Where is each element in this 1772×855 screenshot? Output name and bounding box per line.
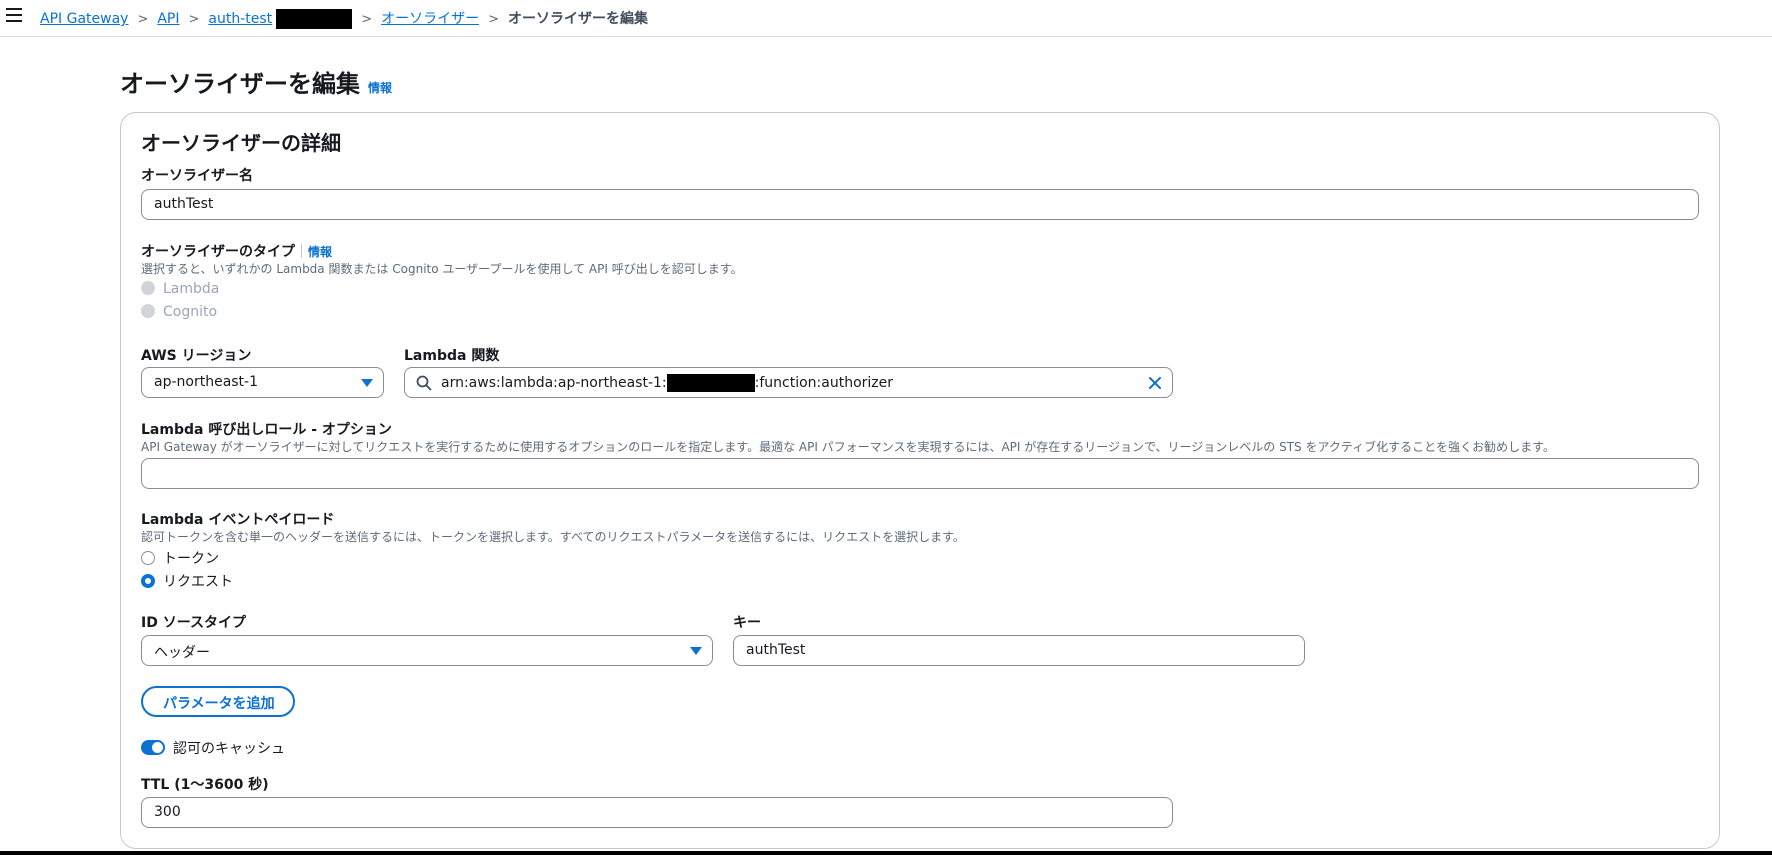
radio-icon	[141, 551, 155, 565]
breadcrumb: API Gateway > API > auth-test > オーソライザー > オーソライザ…	[40, 8, 648, 29]
chevron-right-icon: >	[361, 12, 373, 27]
payload-radio-token[interactable]: トークン	[141, 548, 219, 568]
invoke-role-input[interactable]	[141, 458, 1699, 489]
payload-radio-request-label: リクエスト	[163, 574, 233, 590]
close-icon[interactable]	[1147, 375, 1163, 391]
key-label: キー	[733, 615, 761, 631]
authorizer-details-card: オーソライザーの詳細 オーソライザー名 authTest オーソライザーのタイプ…	[120, 112, 1720, 849]
breadcrumb-current: オーソライザーを編集	[508, 11, 648, 27]
top-navigation-bar: API Gateway > API > auth-test > オーソライザー > オーソライザ…	[0, 0, 1772, 37]
authorizer-type-description: 選択すると、いずれかの Lambda 関数または Cognito ユーザープール…	[141, 262, 743, 276]
aws-region-value: ap-northeast-1	[154, 374, 259, 390]
add-parameter-button[interactable]: パラメータを追加	[141, 686, 295, 717]
invoke-role-description: API Gateway がオーソライザーに対してリクエストを実行するために使用す…	[141, 440, 1555, 454]
breadcrumb-api[interactable]: API	[157, 11, 179, 27]
ttl-input[interactable]: 300	[141, 797, 1173, 828]
caret-down-icon	[361, 379, 373, 387]
toggle-knob	[152, 742, 163, 753]
type-radio-cognito[interactable]: Cognito	[141, 304, 217, 320]
payload-radio-request[interactable]: リクエスト	[141, 571, 233, 591]
page-info-link[interactable]: 情報	[368, 81, 392, 95]
divider	[301, 244, 302, 258]
type-radio-lambda-label: Lambda	[163, 281, 220, 297]
radio-icon	[141, 304, 155, 318]
type-radio-lambda[interactable]: Lambda	[141, 281, 219, 297]
chevron-right-icon: >	[488, 12, 499, 27]
window-bottom-edge	[0, 851, 1772, 855]
lambda-function-arn-suffix: :function:authorizer	[754, 375, 893, 391]
menu-icon[interactable]	[6, 8, 22, 22]
redacted-block	[276, 9, 353, 29]
aws-region-select[interactable]: ap-northeast-1	[141, 367, 384, 398]
breadcrumb-authorizers[interactable]: オーソライザー	[381, 11, 479, 27]
page-title-text: オーソライザーを編集	[120, 70, 360, 98]
search-icon	[416, 375, 432, 391]
caret-down-icon	[690, 647, 702, 655]
authorizer-name-input[interactable]: authTest	[141, 189, 1699, 220]
authorizer-type-label-text: オーソライザーのタイプ	[141, 244, 295, 260]
card-title: オーソライザーの詳細	[141, 131, 341, 155]
type-radio-cognito-label: Cognito	[163, 304, 218, 320]
event-payload-description: 認可トークンを含む単一のヘッダーを送信するには、トークンを選択します。すべてのリ…	[141, 530, 965, 544]
identity-source-type-select[interactable]: ヘッダー	[141, 635, 713, 666]
lambda-function-arn-prefix: arn:aws:lambda:ap-northeast-1:	[441, 375, 667, 391]
radio-selected-icon	[141, 574, 155, 588]
breadcrumb-api-name[interactable]: auth-test	[208, 11, 272, 27]
aws-region-label: AWS リージョン	[141, 348, 252, 364]
identity-source-type-value: ヘッダー	[154, 645, 210, 661]
radio-icon	[141, 281, 155, 295]
redacted-block	[666, 374, 755, 392]
authorizer-type-info-link[interactable]: 情報	[308, 245, 332, 259]
ttl-label: TTL (1〜3600 秒)	[141, 777, 269, 793]
chevron-right-icon: >	[137, 12, 149, 27]
lambda-function-input[interactable]: arn:aws:lambda:ap-northeast-1: :function:…	[404, 367, 1173, 398]
event-payload-label: Lambda イベントペイロード	[141, 512, 335, 528]
page-title: オーソライザーを編集 情報	[120, 64, 392, 99]
authorizer-type-label: オーソライザーのタイプ 情報	[141, 241, 332, 261]
identity-source-type-label: ID ソースタイプ	[141, 615, 247, 631]
breadcrumb-api-gateway[interactable]: API Gateway	[40, 11, 128, 27]
cache-toggle[interactable]	[141, 740, 165, 755]
key-input[interactable]: authTest	[733, 635, 1305, 666]
payload-radio-token-label: トークン	[163, 551, 219, 567]
cache-toggle-label: 認可のキャッシュ	[173, 741, 285, 757]
chevron-right-icon: >	[188, 12, 200, 27]
authorizer-name-label: オーソライザー名	[141, 168, 253, 184]
invoke-role-label: Lambda 呼び出しロール - オプション	[141, 422, 392, 438]
lambda-function-label: Lambda 関数	[404, 348, 500, 364]
